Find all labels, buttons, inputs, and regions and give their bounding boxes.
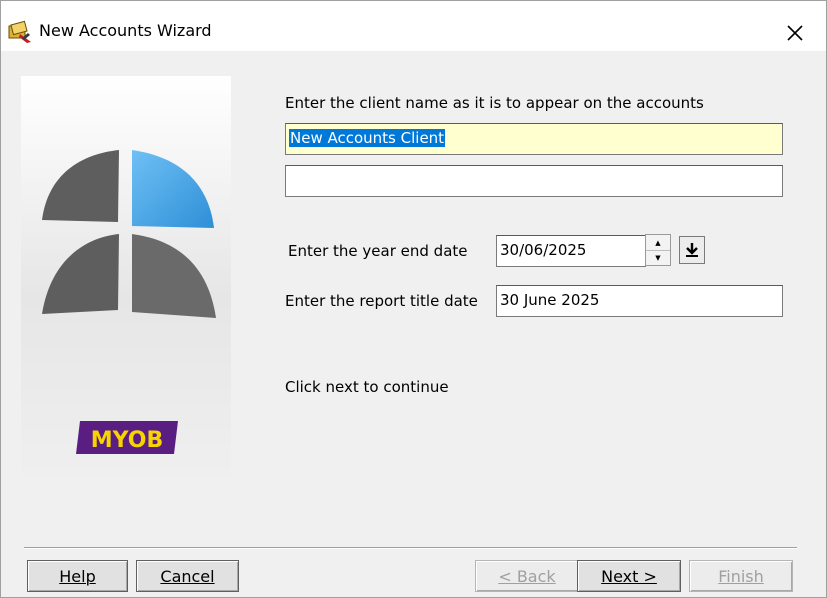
finish-button[interactable]: Finish [689, 560, 793, 592]
myob-logo-text: MYOB [91, 428, 164, 453]
cancel-button[interactable]: Cancel [136, 560, 239, 592]
back-button[interactable]: < Back [475, 560, 579, 592]
window-title: New Accounts Wizard [39, 21, 212, 40]
client-name-line1-text: New Accounts Client [289, 129, 446, 147]
report-title-date-input[interactable]: 30 June 2025 [496, 285, 783, 317]
cancel-button-label: Cancel [160, 566, 215, 586]
wizard-logo-icon [42, 150, 216, 318]
myob-logo: MYOB [76, 421, 178, 454]
next-button-label: Next > [601, 566, 657, 586]
client-name-line2-input[interactable] [285, 165, 783, 197]
branding-panel: MYOB [21, 76, 231, 476]
next-button[interactable]: Next > [577, 560, 681, 592]
client-name-prompt: Enter the client name as it is to appear… [285, 94, 704, 112]
back-button-label: < Back [498, 566, 556, 586]
help-button-label: Help [59, 566, 96, 586]
spin-up-icon[interactable]: ▲ [646, 235, 670, 251]
finish-button-label: Finish [718, 566, 764, 586]
close-icon[interactable] [779, 17, 811, 49]
year-end-spinner[interactable]: ▲ ▼ [645, 234, 671, 266]
app-icon [7, 20, 33, 44]
spin-down-icon[interactable]: ▼ [646, 250, 670, 265]
button-separator [24, 547, 797, 549]
report-title-date-label: Enter the report title date [285, 292, 478, 310]
year-end-label: Enter the year end date [288, 242, 468, 260]
download-arrow-icon [686, 243, 698, 257]
wizard-window: New Accounts Wizard MYOB Enter the clien… [0, 0, 827, 598]
year-end-date-input[interactable]: 30/06/2025 [496, 235, 646, 267]
client-name-line1-input[interactable]: New Accounts Client [285, 123, 783, 155]
continue-hint: Click next to continue [285, 378, 449, 396]
help-button[interactable]: Help [27, 560, 128, 592]
calendar-dropdown-button[interactable] [679, 236, 705, 264]
title-bar: New Accounts Wizard [1, 1, 826, 51]
